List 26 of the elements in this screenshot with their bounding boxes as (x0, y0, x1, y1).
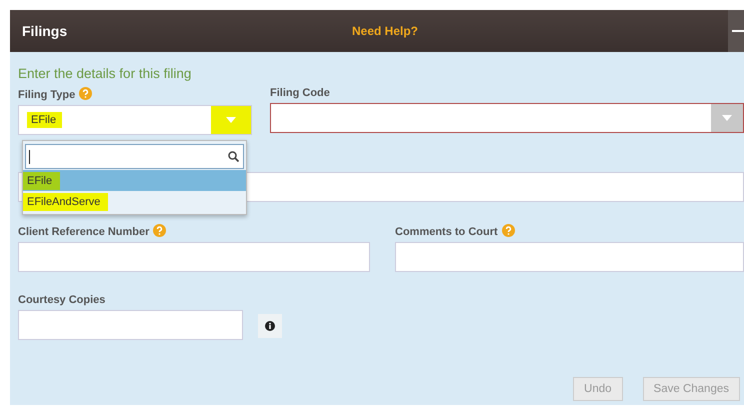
search-field[interactable] (25, 144, 244, 169)
caret-icon (226, 117, 236, 123)
input-field[interactable] (395, 242, 744, 272)
form-heading: Enter the details for this filing (18, 66, 192, 81)
field-label: Filing Type (18, 89, 76, 101)
input-field[interactable] (18, 242, 370, 272)
filing-code-dropdown[interactable] (270, 103, 744, 133)
field-label: Filing Code (270, 87, 330, 99)
help-link[interactable]: Need Help? (352, 24, 418, 38)
window-title: Filings (22, 23, 68, 39)
field-label: Comments to Court (395, 226, 498, 238)
minimize-button[interactable] (728, 10, 744, 52)
input-field[interactable] (18, 310, 243, 340)
filing-type-dropdown[interactable]: EFile (18, 105, 252, 135)
dropdown-option[interactable]: EFileAndServe (23, 191, 246, 212)
search-icon (228, 151, 239, 162)
field-label: Client Reference Number (18, 226, 150, 238)
selected-value: EFile (27, 112, 62, 128)
help-icon[interactable] (79, 87, 92, 100)
help-icon[interactable] (153, 224, 166, 237)
info-button[interactable] (258, 314, 282, 338)
info-icon (265, 321, 275, 331)
caret-icon (722, 115, 732, 121)
help-icon[interactable] (502, 224, 515, 237)
field-label: Courtesy Copies (18, 294, 106, 306)
dropdown-option[interactable]: EFile (23, 170, 246, 191)
